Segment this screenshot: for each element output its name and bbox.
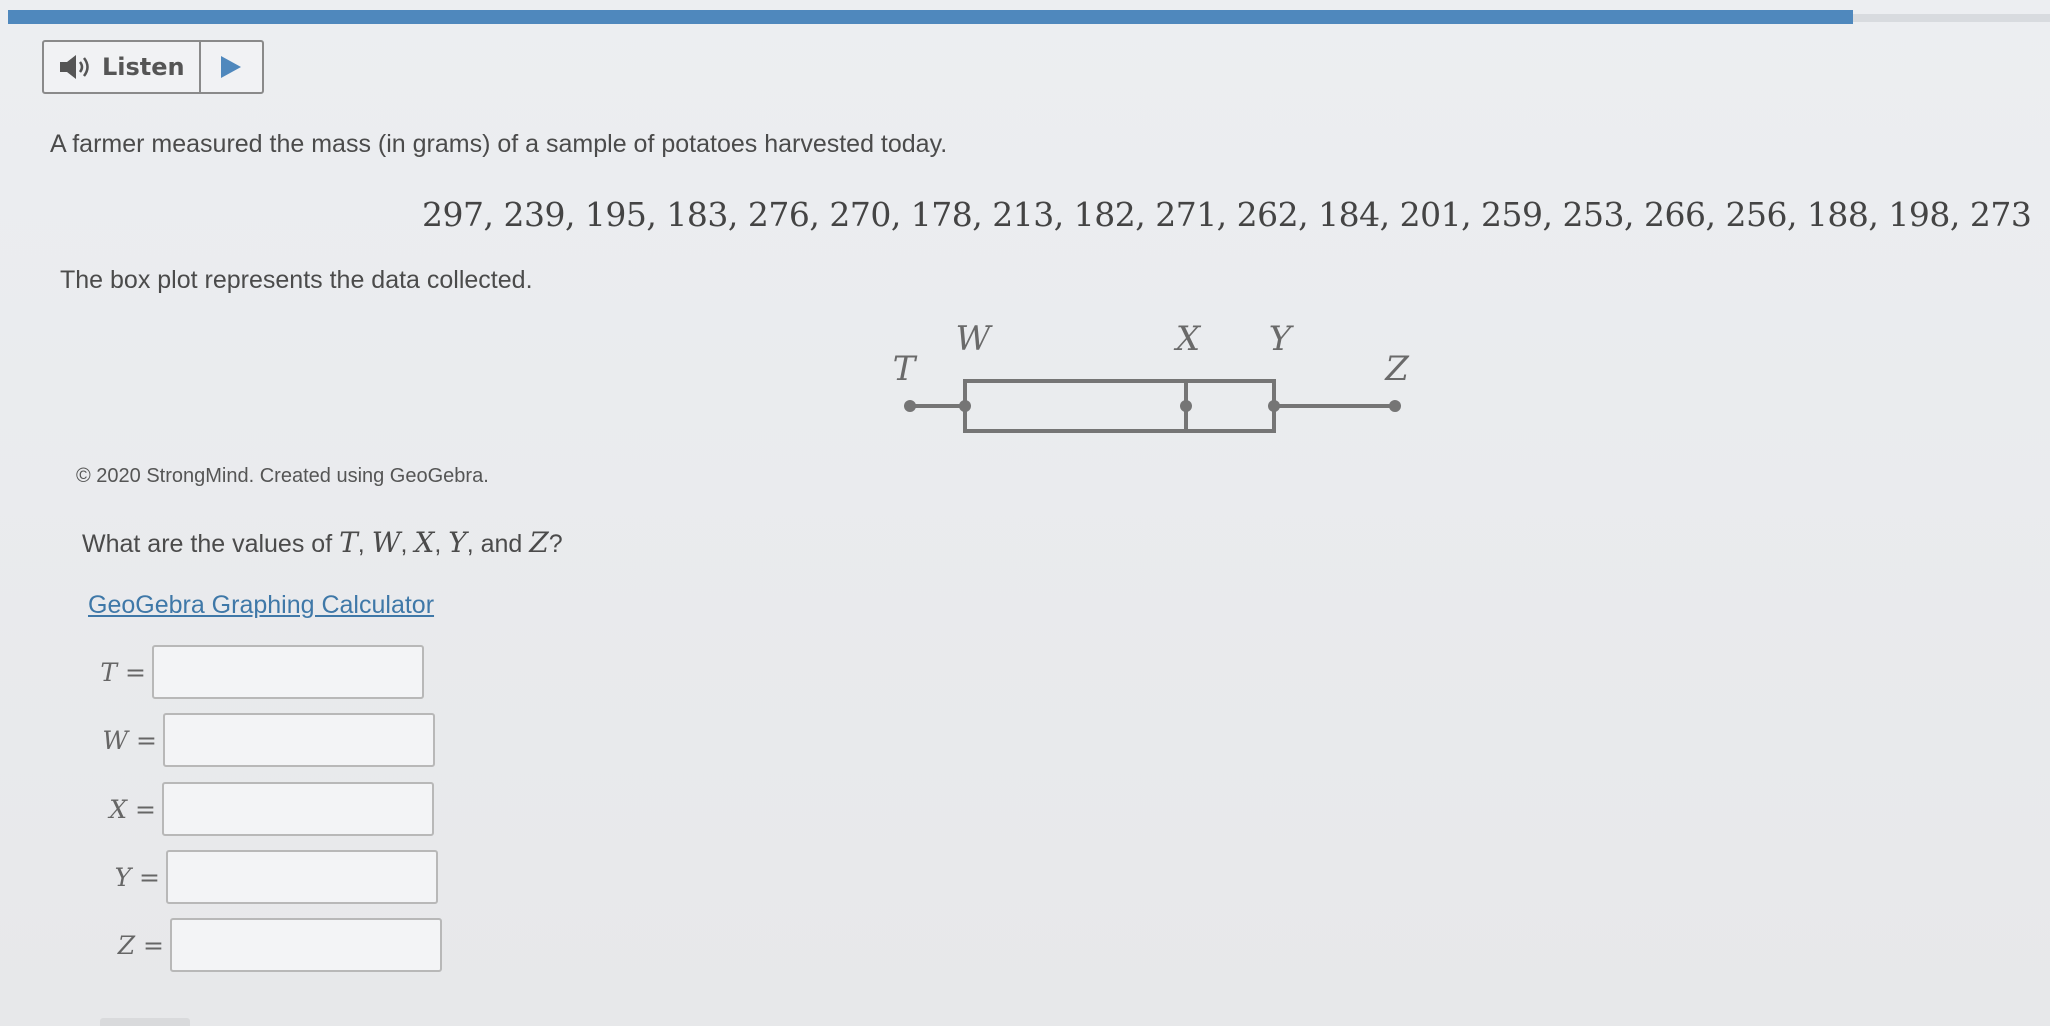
- progress-bar: [8, 10, 1853, 24]
- speaker-icon: [60, 55, 89, 79]
- point-Z: [1389, 400, 1401, 412]
- prompt-prefix: What are the values of: [82, 530, 333, 558]
- label-W: W: [956, 319, 994, 359]
- answer-row-Z: Z =: [94, 918, 442, 972]
- answer-label-T: T =: [100, 657, 146, 687]
- question-prompt: What are the values of T, W, X, Y, and Z…: [82, 526, 563, 559]
- box: [963, 379, 1276, 433]
- data-values: 297, 239, 195, 183, 276, 270, 178, 213, …: [422, 195, 2032, 234]
- boxplot-caption: The box plot represents the data collect…: [60, 266, 533, 294]
- bottom-tab: [100, 1018, 190, 1026]
- copyright-credit: © 2020 StrongMind. Created using GeoGebr…: [76, 465, 489, 487]
- answer-input-X[interactable]: [162, 782, 434, 836]
- prompt-suffix: ?: [548, 530, 563, 558]
- answer-input-W[interactable]: [163, 713, 435, 767]
- listen-button[interactable]: Listen: [44, 42, 201, 92]
- answer-input-Y[interactable]: [166, 850, 438, 904]
- answer-label-Z: Z =: [117, 930, 164, 960]
- point-Y: [1268, 400, 1280, 412]
- prompt-var-T: T: [339, 526, 358, 559]
- answer-label-W: W =: [102, 725, 157, 755]
- answer-row-W: W =: [87, 713, 435, 767]
- answer-label-Y: Y =: [114, 862, 160, 892]
- prompt-var-Z: Z: [529, 526, 549, 559]
- answer-row-T: T =: [76, 645, 424, 699]
- label-Y: Y: [1269, 319, 1295, 359]
- answer-input-Z[interactable]: [170, 918, 442, 972]
- play-icon: [221, 56, 242, 78]
- answer-row-X: X =: [86, 782, 434, 836]
- listen-control: Listen: [42, 40, 264, 94]
- prompt-var-X: X: [414, 526, 435, 559]
- label-Z: Z: [1384, 349, 1410, 389]
- progress-bar-track: [1853, 14, 2050, 22]
- box-plot: T W X Y Z: [893, 319, 1410, 433]
- geogebra-calculator-link[interactable]: GeoGebra Graphing Calculator: [88, 591, 434, 620]
- answer-label-X: X =: [109, 794, 156, 824]
- label-X: X: [1173, 319, 1202, 359]
- point-W: [959, 400, 971, 412]
- prompt-var-Y: Y: [448, 526, 467, 559]
- listen-label: Listen: [102, 53, 185, 81]
- page: Listen A farmer measured the mass (in gr…: [0, 0, 2050, 1026]
- play-button[interactable]: [201, 42, 262, 92]
- prompt-var-W: W: [371, 526, 401, 559]
- label-T: T: [893, 349, 918, 389]
- answer-input-T[interactable]: [152, 645, 424, 699]
- point-X: [1180, 400, 1192, 412]
- point-T: [904, 400, 916, 412]
- answer-row-Y: Y =: [90, 850, 438, 904]
- question-intro: A farmer measured the mass (in grams) of…: [50, 130, 948, 158]
